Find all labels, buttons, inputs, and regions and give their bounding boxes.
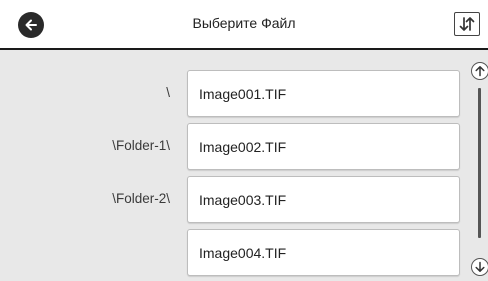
file-name-label: Image002.TIF xyxy=(199,139,287,155)
file-button-image003[interactable]: Image003.TIF xyxy=(187,176,460,223)
file-list: \ Image001.TIF \Folder-1\ Image002.TIF \… xyxy=(0,50,470,281)
file-button-image002[interactable]: Image002.TIF xyxy=(187,123,460,170)
sort-button[interactable] xyxy=(454,12,480,36)
list-item: Image004.TIF xyxy=(0,229,470,276)
file-name-label: Image003.TIF xyxy=(199,192,287,208)
folder-path-label: \Folder-2\ xyxy=(112,191,170,206)
file-name-label: Image004.TIF xyxy=(199,245,287,261)
header-bar: Выберите Файл xyxy=(0,0,488,50)
folder-path-label: \ xyxy=(166,85,170,100)
list-item: \ Image001.TIF xyxy=(0,70,470,117)
scroll-up-icon xyxy=(475,66,485,77)
file-name-label: Image001.TIF xyxy=(199,86,287,102)
file-button-image004[interactable]: Image004.TIF xyxy=(187,229,460,276)
scroll-up-button[interactable] xyxy=(471,62,488,80)
list-item: \Folder-2\ Image003.TIF xyxy=(0,176,470,223)
scroll-thumb[interactable] xyxy=(478,88,481,238)
sort-updown-icon xyxy=(459,17,475,31)
file-button-image001[interactable]: Image001.TIF xyxy=(187,70,460,117)
list-item: \Folder-1\ Image002.TIF xyxy=(0,123,470,170)
scroll-down-button[interactable] xyxy=(471,258,488,276)
scroll-down-icon xyxy=(475,261,485,272)
page-title: Выберите Файл xyxy=(192,15,296,31)
scrollbar[interactable] xyxy=(470,50,488,281)
folder-path-label: \Folder-1\ xyxy=(112,138,170,153)
file-select-screen: Выберите Файл \ Image001.TIF \Folder-1\ … xyxy=(0,0,488,281)
